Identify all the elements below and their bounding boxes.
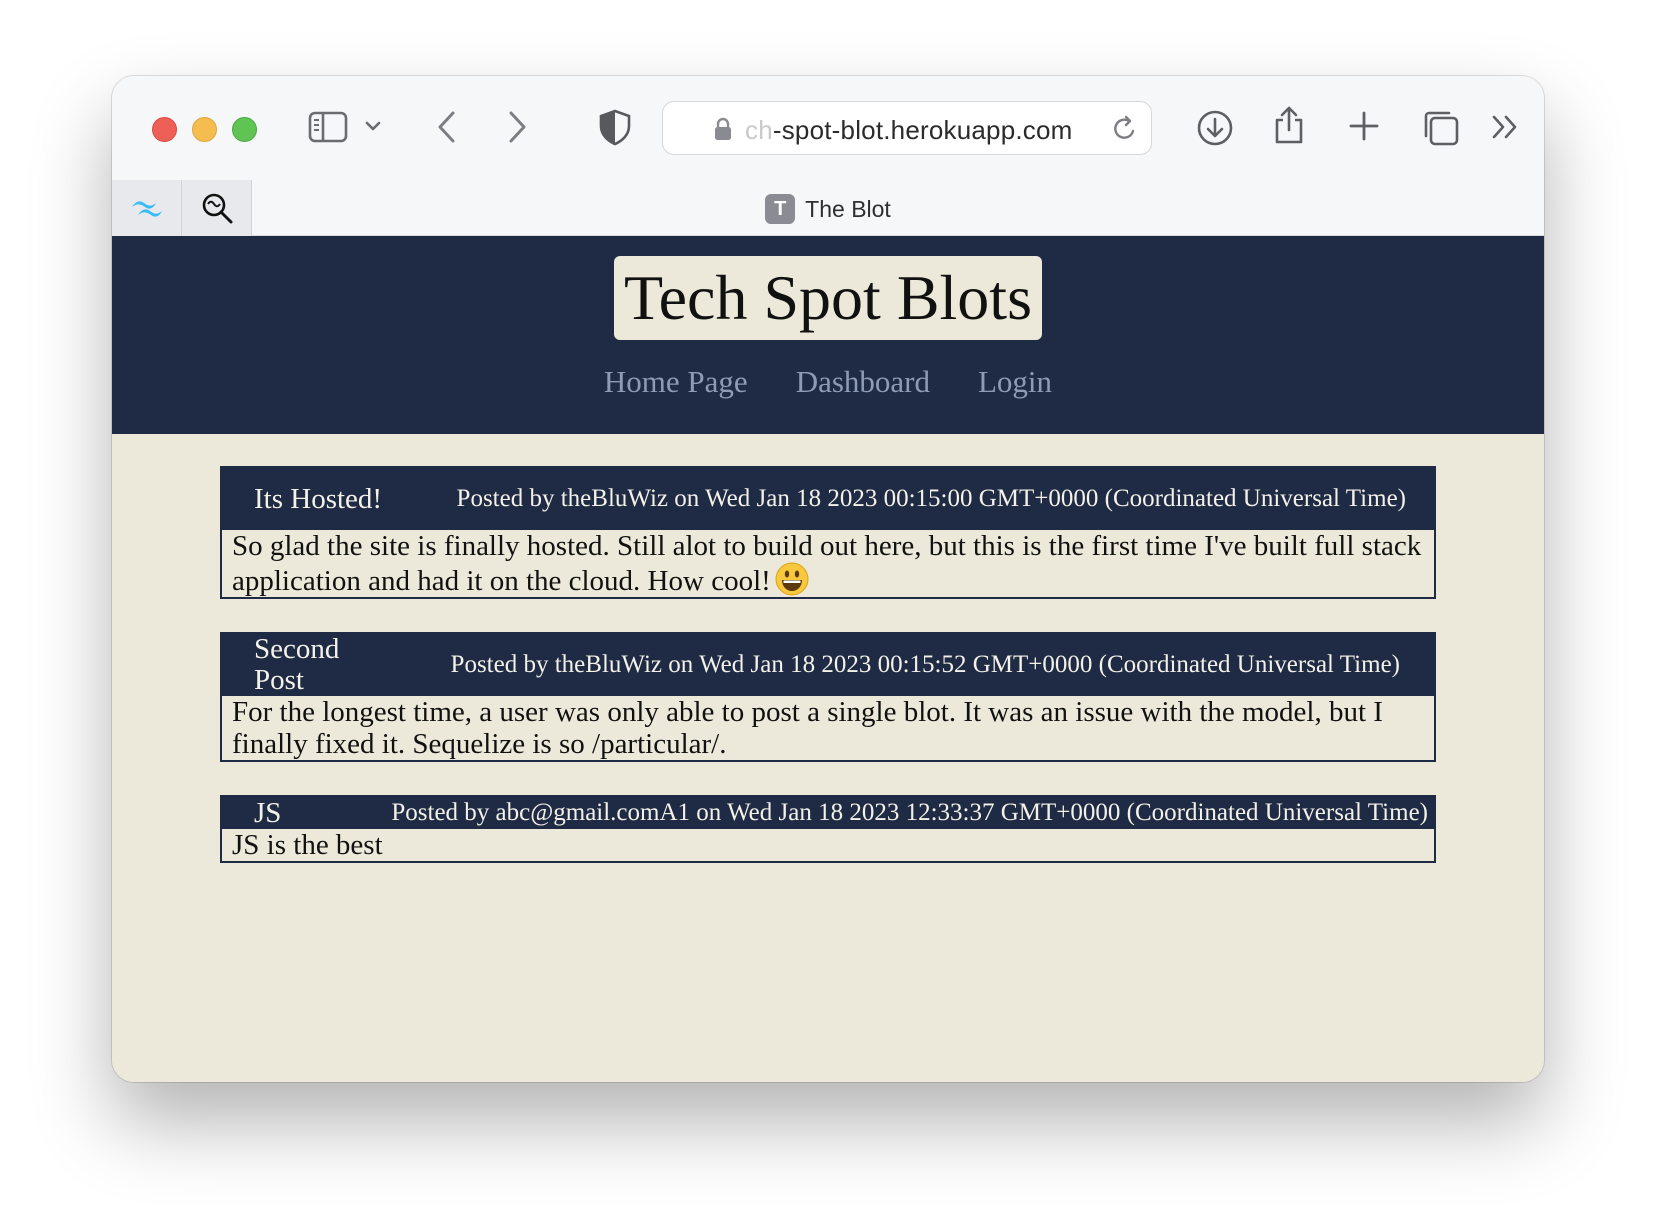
tab-title: The Blot	[805, 195, 891, 222]
new-tab-plus-icon[interactable]	[1348, 110, 1380, 142]
nav-home-link[interactable]: Home Page	[604, 364, 748, 400]
reload-icon[interactable]	[1111, 114, 1139, 149]
back-arrow-icon[interactable]	[434, 108, 460, 146]
nav-login-link[interactable]: Login	[978, 364, 1052, 400]
site-nav: Home Page Dashboard Login	[112, 364, 1544, 400]
downloads-icon[interactable]	[1196, 109, 1234, 147]
post-title: Second Post	[254, 633, 340, 696]
address-url: ch-spot-blot.herokuapp.com	[745, 115, 1073, 145]
forward-arrow-icon[interactable]	[504, 108, 530, 146]
post-header: JS Posted by abc@gmail.comA1 on Wed Jan …	[222, 797, 1434, 829]
post-body: JS is the best	[232, 829, 383, 861]
post-meta: Posted by theBluWiz on Wed Jan 18 2023 0…	[450, 651, 1400, 678]
browser-toolbar: ch-spot-blot.herokuapp.com	[112, 76, 1544, 180]
site-title: Tech Spot Blots	[614, 256, 1042, 340]
post-card[interactable]: Second Post Posted by theBluWiz on Wed J…	[220, 632, 1436, 762]
tab-favicon: T	[765, 194, 796, 224]
page-content: Tech Spot Blots Home Page Dashboard Logi…	[112, 236, 1544, 1082]
tab-overview-icon[interactable]	[1422, 109, 1460, 147]
zoom-window-button[interactable]	[232, 117, 257, 142]
chevron-down-icon[interactable]	[364, 118, 382, 134]
post-title: Its Hosted!	[254, 482, 383, 515]
post-card[interactable]: JS Posted by abc@gmail.comA1 on Wed Jan …	[220, 795, 1436, 863]
post-body: So glad the site is finally hosted. Stil…	[222, 530, 1434, 597]
post-header: Its Hosted! Posted by theBluWiz on Wed J…	[222, 468, 1434, 530]
post-title: JS	[254, 796, 282, 829]
post-meta: Posted by abc@gmail.comA1 on Wed Jan 18 …	[391, 799, 1428, 826]
post-header: Second Post Posted by theBluWiz on Wed J…	[222, 634, 1434, 696]
site-header: Tech Spot Blots Home Page Dashboard Logi…	[112, 236, 1544, 434]
share-icon[interactable]	[1272, 104, 1306, 146]
grinning-face-emoji-icon	[775, 562, 809, 596]
close-window-button[interactable]	[152, 117, 177, 142]
nav-dashboard-link[interactable]: Dashboard	[796, 364, 930, 400]
active-tab[interactable]: T The Blot	[112, 194, 1544, 224]
post-body-text: So glad the site is finally hosted. Stil…	[232, 530, 1422, 597]
post-meta: Posted by theBluWiz on Wed Jan 18 2023 0…	[456, 485, 1406, 512]
minimize-window-button[interactable]	[192, 117, 217, 142]
more-chevrons-icon[interactable]	[1490, 112, 1522, 142]
tab-strip: T The Blot	[112, 180, 1544, 236]
privacy-shield-icon[interactable]	[598, 108, 632, 146]
sidebar-toggle-icon[interactable]	[308, 110, 348, 144]
post-list: Its Hosted! Posted by theBluWiz on Wed J…	[220, 466, 1436, 896]
post-card[interactable]: Its Hosted! Posted by theBluWiz on Wed J…	[220, 466, 1436, 599]
lock-icon	[713, 117, 733, 146]
post-body: For the longest time, a user was only ab…	[232, 696, 1383, 760]
browser-window: ch-spot-blot.herokuapp.com T The Blot Te…	[112, 76, 1544, 1082]
address-bar[interactable]: ch-spot-blot.herokuapp.com	[662, 101, 1152, 155]
